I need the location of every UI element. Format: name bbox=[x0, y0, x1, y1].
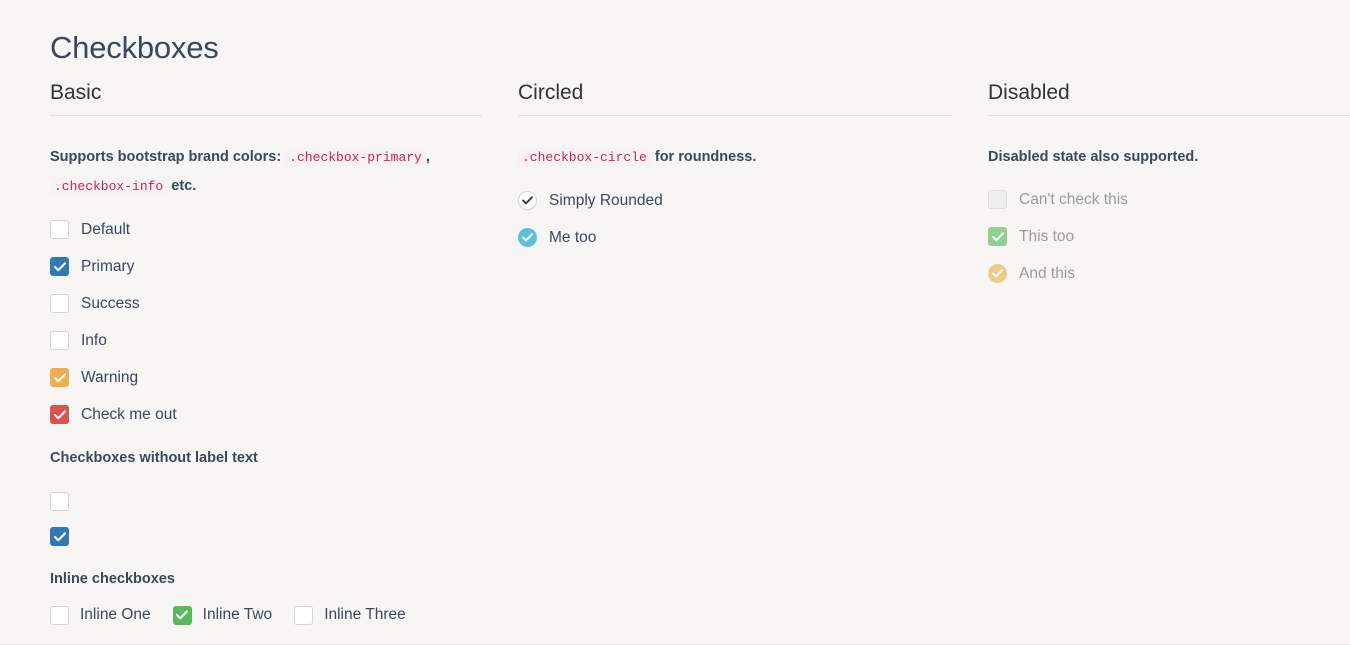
checkbox-label-info: Info bbox=[81, 331, 107, 351]
checkbox-label-default: Default bbox=[81, 220, 130, 240]
checkbox-row-inline-one[interactable]: Inline One bbox=[50, 605, 151, 625]
checkbox-label-success: Success bbox=[81, 294, 140, 314]
checkbox-row-this-too: This too bbox=[988, 218, 1350, 255]
disabled-lead-text: Disabled state also supported. bbox=[988, 143, 1350, 171]
checkbox-nolabel-unchecked[interactable] bbox=[50, 492, 69, 511]
section-title-disabled: Disabled bbox=[988, 80, 1350, 116]
checkbox-row-nolabel-unchecked[interactable] bbox=[50, 484, 482, 519]
column-disabled: Disabled Disabled state also supported. … bbox=[970, 80, 1350, 292]
checkbox-label-and-this: And this bbox=[1019, 264, 1075, 284]
checkbox-row-cant-check-this: Can't check this bbox=[988, 181, 1350, 218]
check-icon bbox=[519, 229, 536, 246]
checkbox-row-info[interactable]: Info bbox=[50, 322, 482, 359]
subheading-no-label-text: Checkboxes without label text bbox=[50, 446, 482, 470]
disabled-checkbox-list: Can't check this This too bbox=[988, 181, 1350, 292]
checkboxes-demo-page: Checkboxes Basic Supports bootstrap bran… bbox=[0, 0, 1350, 645]
checkbox-row-me-too[interactable]: Me too bbox=[518, 219, 952, 256]
checkbox-row-primary[interactable]: Primary bbox=[50, 248, 482, 285]
checkbox-simply-rounded[interactable] bbox=[518, 191, 537, 210]
inline-checkbox-list: Inline One Inline Two Inline Three bbox=[50, 605, 482, 625]
check-icon bbox=[51, 406, 68, 423]
checkbox-this-too bbox=[988, 227, 1007, 246]
section-title-circled: Circled bbox=[518, 80, 952, 116]
check-icon bbox=[51, 258, 68, 275]
checkbox-label-simply-rounded: Simply Rounded bbox=[549, 191, 663, 211]
column-circled: Circled .checkbox-circle for roundness. … bbox=[500, 80, 970, 256]
column-basic: Basic Supports bootstrap brand colors: .… bbox=[0, 80, 500, 625]
checkbox-label-inline-three: Inline Three bbox=[324, 605, 406, 625]
checkbox-info[interactable] bbox=[50, 331, 69, 350]
checkbox-row-success[interactable]: Success bbox=[50, 285, 482, 322]
checkbox-primary[interactable] bbox=[50, 257, 69, 276]
check-icon bbox=[51, 369, 68, 386]
checkbox-inline-one[interactable] bbox=[50, 606, 69, 625]
checkbox-row-default[interactable]: Default bbox=[50, 211, 482, 248]
checkbox-label-inline-two: Inline Two bbox=[203, 605, 273, 625]
columns-container: Basic Supports bootstrap brand colors: .… bbox=[0, 80, 1350, 625]
checkbox-nolabel-checked[interactable] bbox=[50, 527, 69, 546]
checkbox-danger[interactable] bbox=[50, 405, 69, 424]
checkbox-default[interactable] bbox=[50, 220, 69, 239]
circled-checkbox-list: Simply Rounded Me too bbox=[518, 182, 952, 256]
check-icon bbox=[519, 192, 536, 209]
checkbox-row-inline-three[interactable]: Inline Three bbox=[294, 605, 406, 625]
code-checkbox-info: .checkbox-info bbox=[50, 177, 167, 196]
section-title-basic: Basic bbox=[50, 80, 482, 116]
checkbox-row-danger[interactable]: Check me out bbox=[50, 396, 482, 433]
checkbox-success[interactable] bbox=[50, 294, 69, 313]
check-icon bbox=[51, 528, 68, 545]
checkbox-row-simply-rounded[interactable]: Simply Rounded bbox=[518, 182, 952, 219]
checkbox-inline-two[interactable] bbox=[173, 606, 192, 625]
checkbox-label-warning: Warning bbox=[81, 368, 138, 388]
basic-lead-suffix: etc. bbox=[171, 178, 196, 194]
basic-checkbox-list: Default Primary Success Info bbox=[50, 211, 482, 433]
checkbox-label-this-too: This too bbox=[1019, 227, 1074, 247]
checkbox-row-inline-two[interactable]: Inline Two bbox=[173, 605, 273, 625]
check-icon bbox=[174, 607, 191, 624]
checkbox-label-cant-check-this: Can't check this bbox=[1019, 190, 1128, 210]
code-checkbox-circle: .checkbox-circle bbox=[518, 148, 651, 167]
basic-lead-separator: , bbox=[426, 149, 430, 165]
circled-lead-text: .checkbox-circle for roundness. bbox=[518, 143, 948, 172]
checkbox-row-and-this: And this bbox=[988, 255, 1350, 292]
circled-lead-suffix: for roundness. bbox=[655, 149, 757, 165]
code-checkbox-primary: .checkbox-primary bbox=[285, 148, 426, 167]
checkbox-label-danger: Check me out bbox=[81, 405, 177, 425]
checkbox-row-warning[interactable]: Warning bbox=[50, 359, 482, 396]
checkbox-label-primary: Primary bbox=[81, 257, 134, 277]
checkbox-inline-three[interactable] bbox=[294, 606, 313, 625]
checkbox-row-nolabel-checked[interactable] bbox=[50, 519, 482, 554]
nolabel-checkbox-list bbox=[50, 484, 482, 554]
page-title: Checkboxes bbox=[50, 28, 219, 68]
checkbox-label-inline-one: Inline One bbox=[80, 605, 151, 625]
checkbox-cant-check-this bbox=[988, 190, 1007, 209]
check-icon bbox=[989, 228, 1006, 245]
check-icon bbox=[989, 265, 1006, 282]
checkbox-label-me-too: Me too bbox=[549, 228, 596, 248]
checkbox-warning[interactable] bbox=[50, 368, 69, 387]
checkbox-me-too[interactable] bbox=[518, 228, 537, 247]
checkbox-and-this bbox=[988, 264, 1007, 283]
basic-lead-text: Supports bootstrap brand colors: .checkb… bbox=[50, 143, 470, 201]
basic-lead-prefix: Supports bootstrap brand colors: bbox=[50, 149, 281, 165]
subheading-inline-checkboxes: Inline checkboxes bbox=[50, 567, 482, 591]
